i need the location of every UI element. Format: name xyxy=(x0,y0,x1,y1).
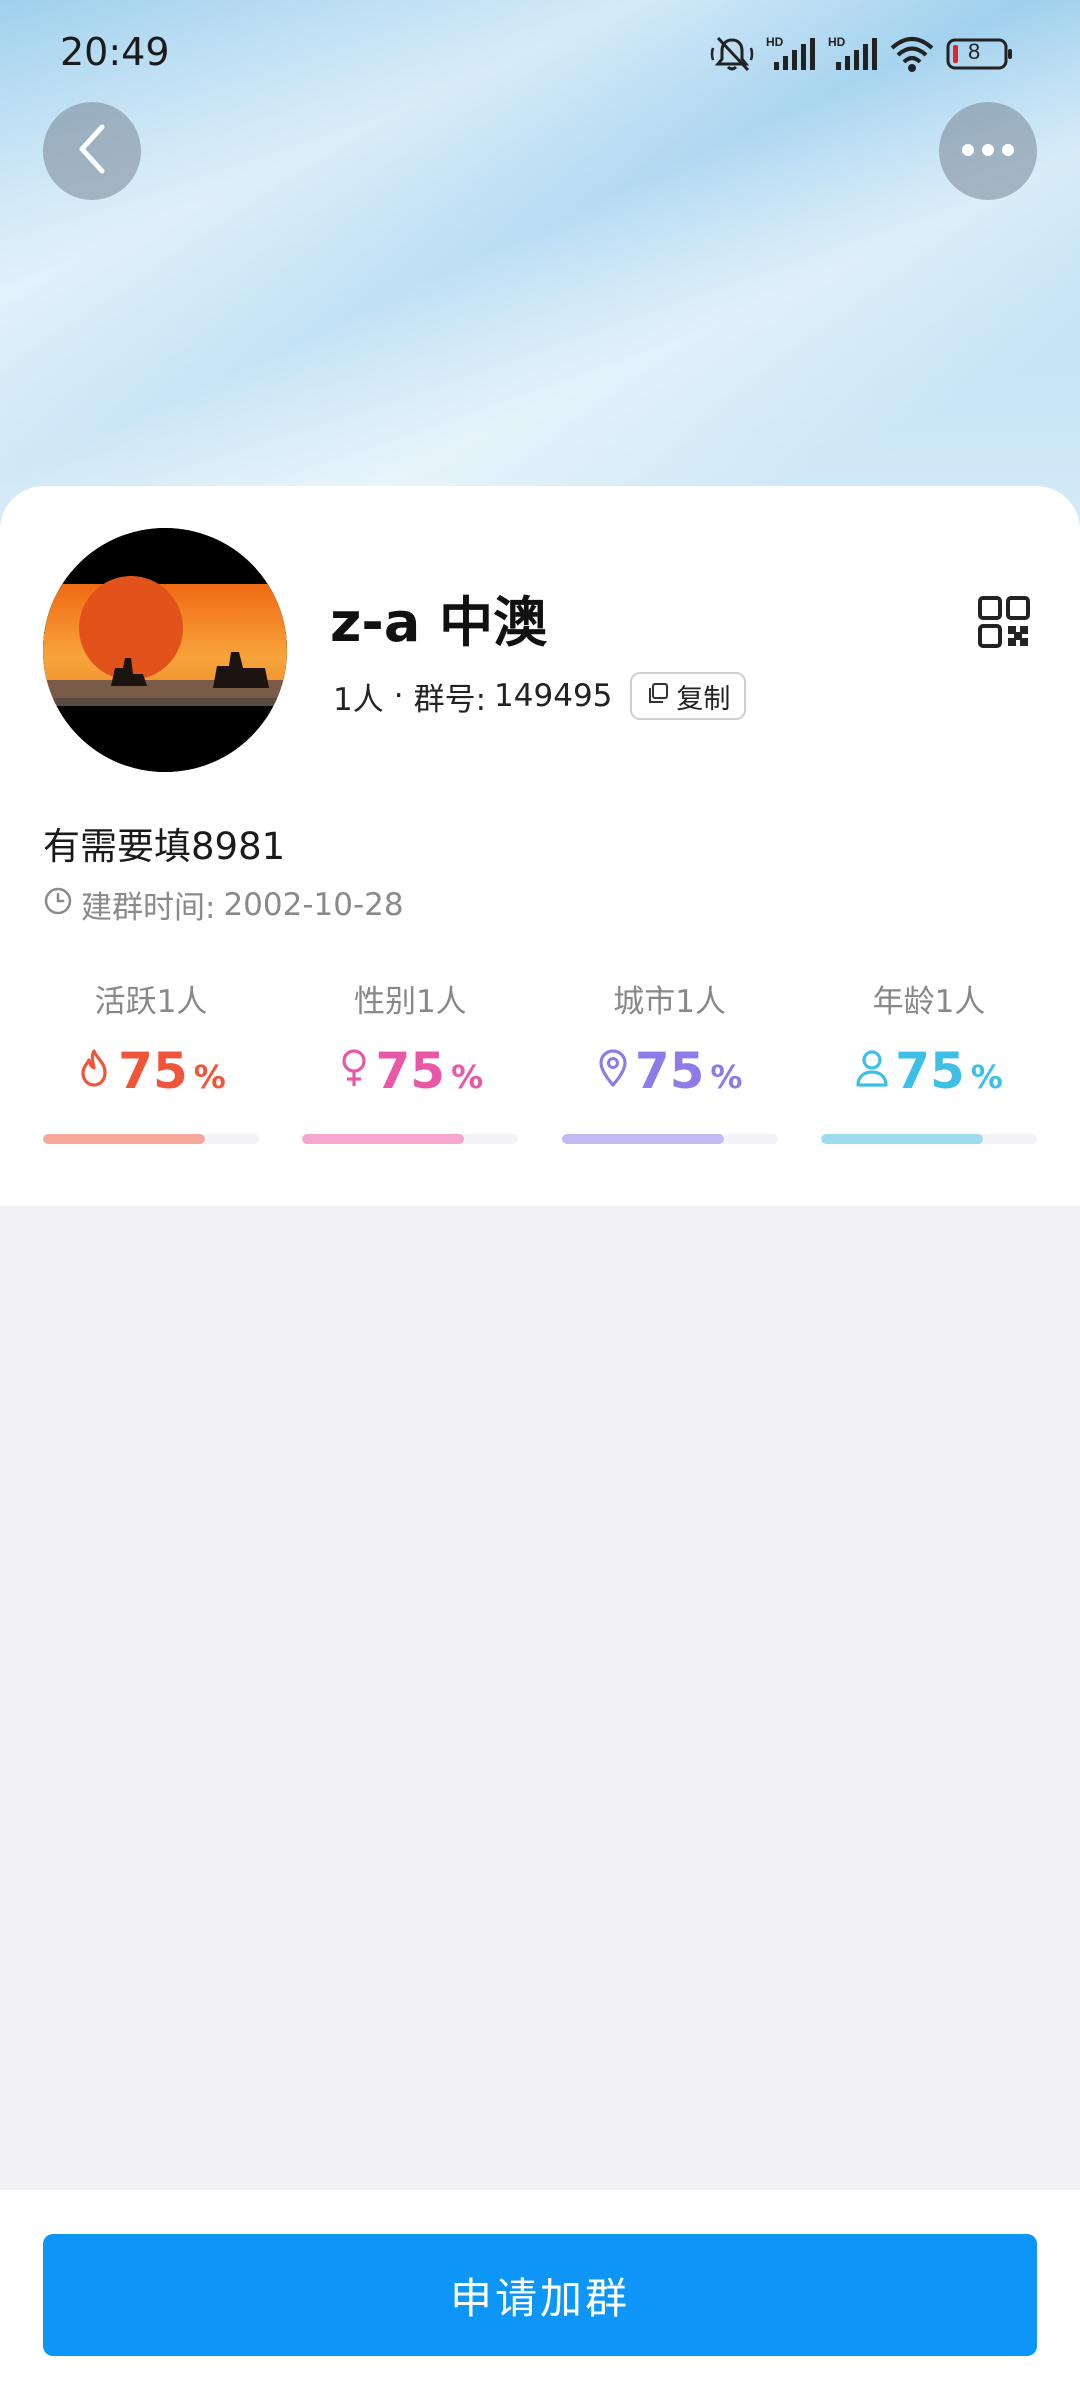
stat-progress-bar xyxy=(561,1134,778,1144)
stat-value: 75 % xyxy=(855,1042,1003,1102)
location-pin-icon xyxy=(597,1048,629,1092)
mute-icon xyxy=(710,34,754,74)
stat-number: 75 xyxy=(895,1042,965,1100)
stat-number: 75 xyxy=(634,1042,705,1100)
battery-level: 8 xyxy=(968,39,981,64)
back-button[interactable] xyxy=(43,102,141,200)
stat-number: 75 xyxy=(118,1042,188,1100)
stats-row: 活跃1人 75 % 性别1人 75 % 城市1人 75 % 年龄1人 75 % xyxy=(43,976,1037,1144)
stat-unit: % xyxy=(970,1058,1003,1096)
stat-progress-fill xyxy=(302,1134,465,1144)
battery-icon: 8 xyxy=(946,37,1014,71)
member-count: 1人 xyxy=(333,681,384,718)
signal-hd-icon: HD xyxy=(766,34,816,74)
flame-icon xyxy=(76,1048,112,1092)
stat-activity: 活跃1人 75 % xyxy=(43,976,259,1144)
meta-separator: · xyxy=(393,678,404,714)
stat-unit: % xyxy=(710,1058,743,1096)
stat-number: 75 xyxy=(375,1042,446,1100)
stat-value: 75 % xyxy=(597,1042,743,1102)
join-group-button[interactable]: 申请加群 xyxy=(43,2234,1037,2356)
clock-icon xyxy=(43,886,73,924)
stat-progress-fill xyxy=(820,1134,983,1144)
group-name: z-a 中澳 xyxy=(330,591,548,654)
stat-label: 活跃1人 xyxy=(94,984,208,1020)
svg-text:HD: HD xyxy=(766,35,784,49)
stat-progress-bar xyxy=(43,1134,259,1144)
copy-label: 复制 xyxy=(676,683,731,715)
group-meta: 1人 · 群号: 149495 复制 xyxy=(333,672,747,720)
wifi-icon xyxy=(890,34,934,74)
stat-gender: 性别1人 75 % xyxy=(302,976,519,1144)
qr-code-icon[interactable] xyxy=(978,596,1030,652)
stat-progress-fill xyxy=(561,1134,724,1144)
stat-age: 年龄1人 75 % xyxy=(820,976,1037,1144)
copy-button[interactable]: 复制 xyxy=(630,672,747,720)
group-id-label: 群号: xyxy=(413,681,487,718)
chevron-left-icon xyxy=(70,121,114,181)
status-time: 20:49 xyxy=(60,30,170,74)
stat-label: 性别1人 xyxy=(353,984,467,1020)
group-description: 有需要填8981 xyxy=(43,825,286,868)
person-icon xyxy=(855,1048,889,1092)
group-avatar[interactable] xyxy=(43,528,287,772)
created-time: 建群时间: 2002-10-28 xyxy=(43,882,404,927)
stat-progress-bar xyxy=(302,1134,519,1144)
stat-label: 城市1人 xyxy=(613,984,727,1020)
female-icon xyxy=(338,1048,370,1092)
bottom-action-bar: 申请加群 xyxy=(0,2190,1080,2400)
group-info-card: z-a 中澳 1人 · 群号: 149495 复制 有需要填8981 建群时间:… xyxy=(0,486,1080,1206)
status-bar: 20:49 HD HD 8 xyxy=(0,0,1080,110)
created-date: 2002-10-28 xyxy=(223,886,404,923)
more-dots-icon xyxy=(961,142,1015,161)
copy-icon xyxy=(646,681,670,712)
svg-text:HD: HD xyxy=(828,35,846,49)
stat-label: 年龄1人 xyxy=(872,984,986,1020)
stat-unit: % xyxy=(451,1058,484,1096)
stat-value: 75 % xyxy=(338,1042,484,1102)
stat-unit: % xyxy=(193,1058,226,1096)
stat-progress-bar xyxy=(820,1134,1037,1144)
signal-hd-icon: HD xyxy=(828,34,878,74)
created-label: 建群时间: xyxy=(81,890,216,926)
stat-progress-fill xyxy=(43,1134,205,1144)
stat-value: 75 % xyxy=(76,1042,226,1102)
stat-city: 城市1人 75 % xyxy=(561,976,778,1144)
more-button[interactable] xyxy=(939,102,1037,200)
status-icons: HD HD 8 xyxy=(710,34,1014,74)
group-id-value: 149495 xyxy=(494,678,613,714)
